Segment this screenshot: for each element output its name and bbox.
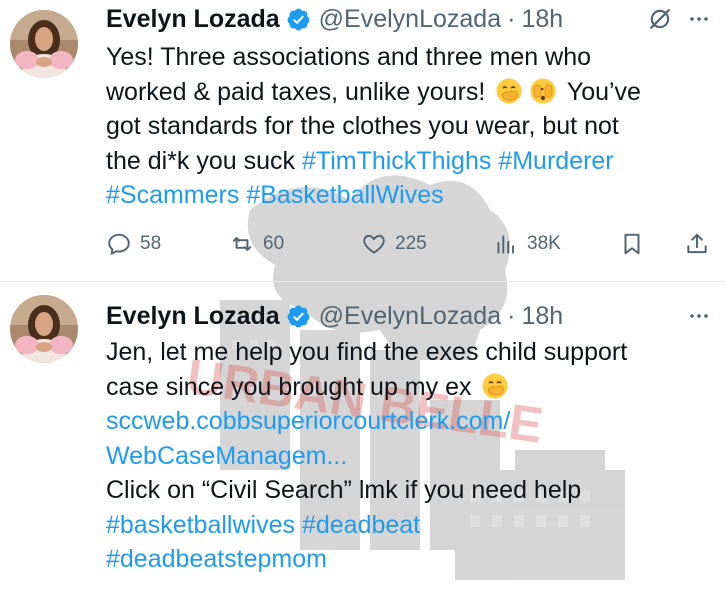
avatar[interactable] <box>10 295 78 363</box>
hashtag-link[interactable]: #BasketballWives <box>246 181 443 209</box>
text-line: sccweb.cobbsuperiorcourtclerk.com/ <box>106 404 711 439</box>
peeking-face-emoji-icon <box>529 77 557 105</box>
retweet-icon <box>232 237 252 251</box>
text-line: #Scammers #BasketballWives <box>106 178 711 213</box>
tweet-1[interactable]: Evelyn Lozada @EvelynLozada · 18h Yes! T… <box>0 0 725 282</box>
action-bar: 58 60 225 38K <box>106 226 716 262</box>
text-line: Click on “Civil Search” lmk if you need … <box>106 476 582 504</box>
retweet-button[interactable]: 60 <box>229 226 284 262</box>
hashtag-link[interactable]: #deadbeat <box>302 511 420 539</box>
share-button[interactable] <box>684 226 710 262</box>
timestamp[interactable]: 18h <box>521 5 563 34</box>
more-options-icon[interactable] <box>687 304 711 328</box>
hashtag-link[interactable]: #Scammers <box>106 181 239 209</box>
handle[interactable]: @EvelynLozada <box>319 302 501 331</box>
separator: · <box>507 301 516 330</box>
tweet-2[interactable]: Evelyn Lozada @EvelynLozada · 18h Jen, l… <box>0 283 725 589</box>
like-button[interactable]: 225 <box>361 226 427 262</box>
text-line: #deadbeatstepmom <box>106 542 711 577</box>
reply-count: 58 <box>140 233 162 254</box>
views-button[interactable]: 38K <box>493 226 561 262</box>
text-line: got standards for the clothes you wear, … <box>106 112 619 140</box>
retweet-count: 60 <box>263 233 285 254</box>
text-line: WebCaseManagem... <box>106 439 711 474</box>
heart-icon <box>363 234 385 254</box>
views-chart-icon <box>497 235 515 254</box>
grok-icon[interactable] <box>647 6 673 32</box>
timestamp[interactable]: 18h <box>521 302 563 331</box>
display-name[interactable]: Evelyn Lozada <box>106 302 280 331</box>
verified-badge-icon <box>286 304 311 329</box>
bookmark-icon <box>624 233 640 255</box>
reply-icon <box>108 233 130 255</box>
text-line: Yes! Three associations and three men wh… <box>106 43 592 71</box>
hand-over-mouth-emoji-icon <box>495 77 523 105</box>
text-line: the di*k you suck #TimThickThighs #Murde… <box>106 146 614 175</box>
share-icon <box>687 233 707 254</box>
display-name[interactable]: Evelyn Lozada <box>106 5 280 34</box>
avatar[interactable] <box>10 10 78 78</box>
url-link[interactable]: sccweb.cobbsuperiorcourtclerk.com/ <box>106 407 510 435</box>
reply-button[interactable]: 58 <box>106 226 161 262</box>
hashtag-link[interactable]: #TimThickThighs <box>302 147 491 175</box>
text-line: Jen, let me help you find the exes child… <box>106 338 628 366</box>
hand-over-mouth-emoji-icon <box>481 372 509 400</box>
handle[interactable]: @EvelynLozada <box>319 5 501 34</box>
separator: · <box>507 4 516 33</box>
text-line: #basketballwives #deadbeat <box>106 508 711 543</box>
hashtag-link[interactable]: #basketballwives <box>106 511 295 539</box>
like-count: 225 <box>395 233 427 254</box>
tweet-text: Jen, let me help you find the exes child… <box>106 335 711 577</box>
view-count: 38K <box>527 233 561 254</box>
hashtag-link[interactable]: #deadbeatstepmom <box>106 545 327 573</box>
bookmark-button[interactable] <box>619 226 645 262</box>
verified-badge-icon <box>286 7 311 32</box>
tweet-text: Yes! Three associations and three men wh… <box>106 40 711 213</box>
text-line: worked & paid taxes, unlike yours! You’v… <box>106 77 641 106</box>
url-link[interactable]: WebCaseManagem... <box>106 442 347 470</box>
text-line: case since you brought up my ex <box>106 370 711 405</box>
more-options-icon[interactable] <box>687 7 711 31</box>
hashtag-link[interactable]: #Murderer <box>498 147 613 175</box>
